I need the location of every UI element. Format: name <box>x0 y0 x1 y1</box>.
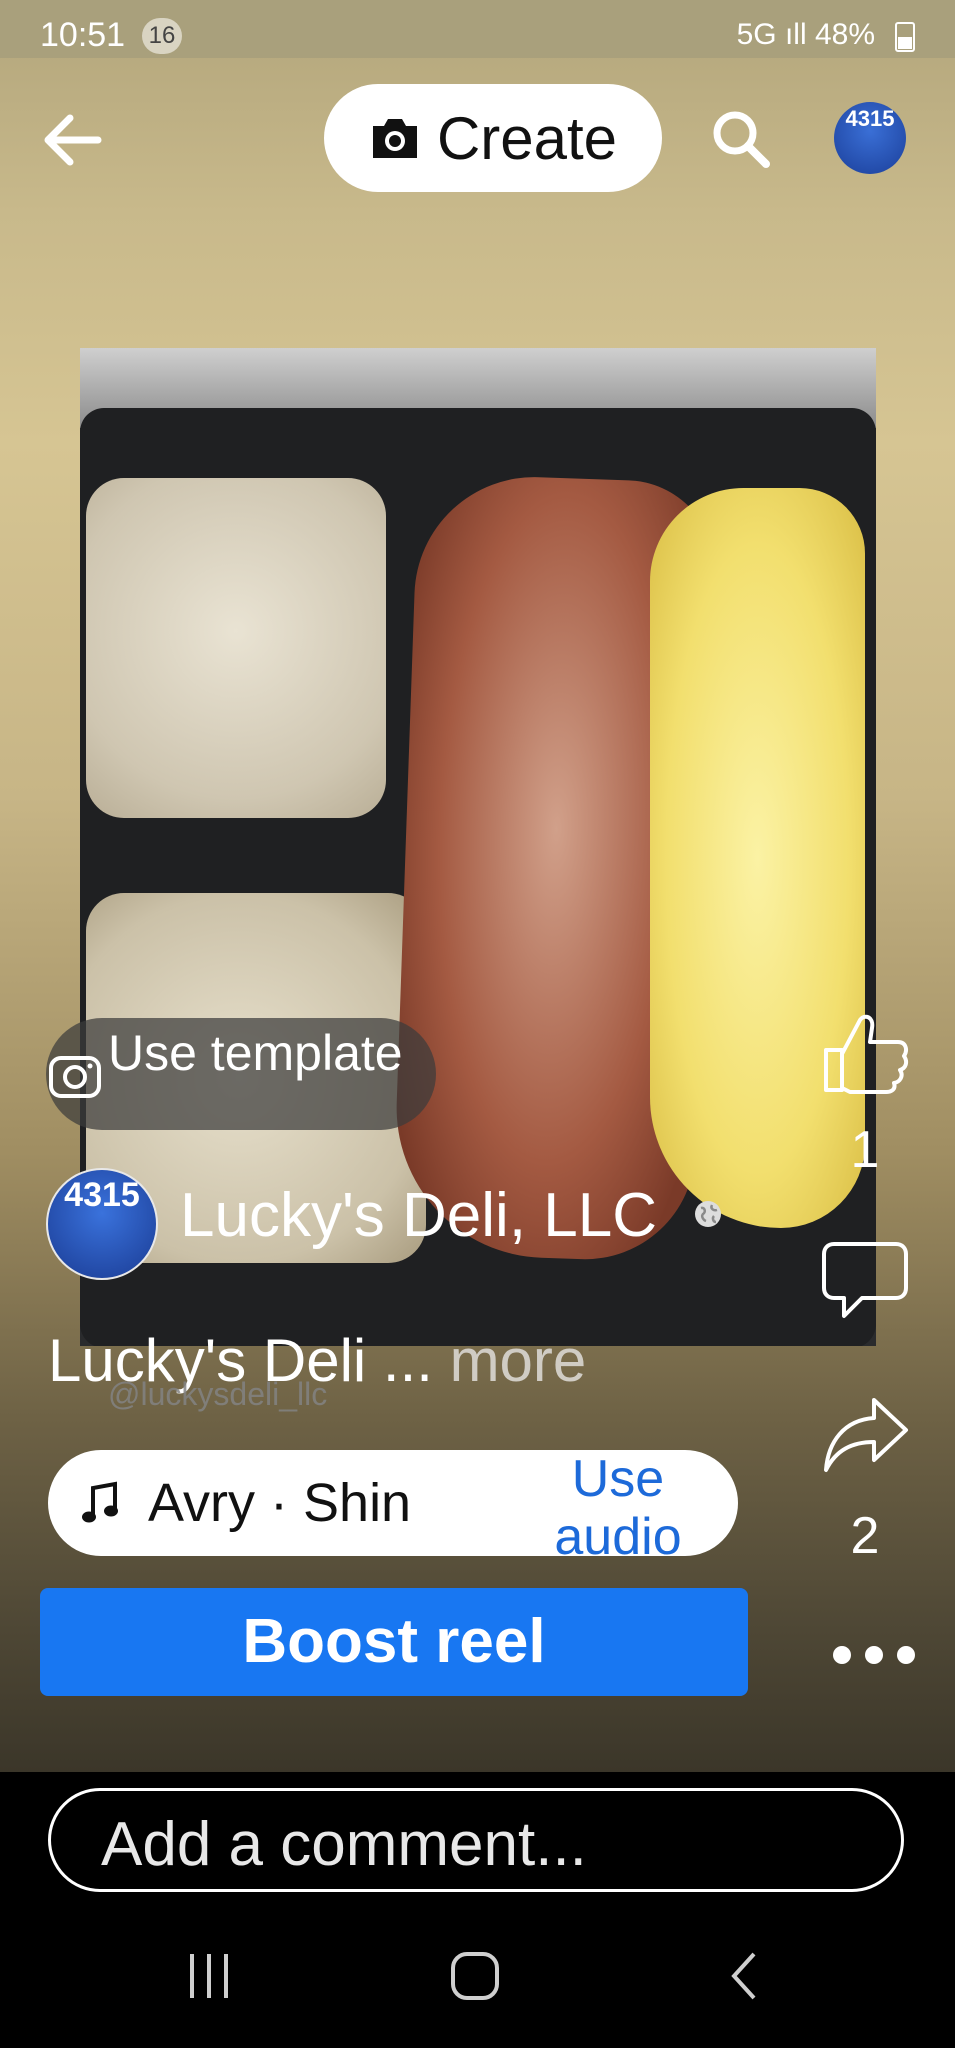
comment-placeholder: Add a comment... <box>101 1810 587 1879</box>
scrambled-eggs <box>650 488 865 1228</box>
create-button[interactable]: Create <box>324 84 662 192</box>
home-icon[interactable] <box>446 1946 506 2006</box>
battery-icon <box>895 22 915 52</box>
audio-track-name: Avry · Shin <box>148 1473 412 1533</box>
share-count: 2 <box>850 1507 880 1565</box>
back-arrow-icon[interactable] <box>38 105 108 175</box>
network-label: 5G <box>736 18 777 51</box>
network-status: 5G ıll 48% <box>737 18 875 52</box>
boost-reel-button[interactable]: Boost reel <box>40 1588 748 1696</box>
more-options-icon[interactable] <box>826 1640 922 1670</box>
back-nav-icon[interactable] <box>724 1946 764 2006</box>
comment-input[interactable]: Add a comment... <box>48 1788 904 1892</box>
create-label: Create <box>436 104 618 172</box>
use-audio-button[interactable]: Use audio <box>538 1450 698 1566</box>
status-time: 10:51 <box>40 16 126 54</box>
search-icon[interactable] <box>708 106 774 172</box>
watermark-handle: @luckysdeli_llc <box>108 1376 328 1412</box>
page-avatar[interactable]: 4315 <box>46 1168 158 1280</box>
like-icon[interactable] <box>820 1006 910 1096</box>
grits-portion <box>86 478 386 818</box>
avatar-logo-text: 4315 <box>64 1176 140 1214</box>
camera-outline-icon <box>49 1056 101 1098</box>
avatar-logo-text: 4315 <box>845 106 895 131</box>
signal-icon: ıll <box>784 18 815 51</box>
notification-count-badge: 16 <box>142 18 182 54</box>
globe-icon <box>695 1201 721 1227</box>
recent-apps-icon[interactable] <box>184 1946 234 2006</box>
share-icon[interactable] <box>820 1390 910 1480</box>
music-note-icon <box>82 1481 118 1523</box>
comment-icon[interactable] <box>820 1236 910 1326</box>
audio-pill[interactable]: Avry · Shin Use audio <box>48 1450 738 1566</box>
use-template-button[interactable]: Use template <box>46 1018 436 1130</box>
page-name[interactable]: Lucky's Deli, LLC <box>180 1180 657 1251</box>
camera-icon <box>372 119 417 158</box>
battery-percent: 48% <box>814 18 875 51</box>
see-more-link[interactable]: more <box>450 1327 587 1394</box>
like-count: 1 <box>850 1121 880 1179</box>
profile-avatar[interactable]: 4315 <box>834 102 906 174</box>
use-template-label: Use template <box>108 1025 403 1081</box>
status-bar: 10:51 16 5G ıll 48% <box>0 0 955 58</box>
